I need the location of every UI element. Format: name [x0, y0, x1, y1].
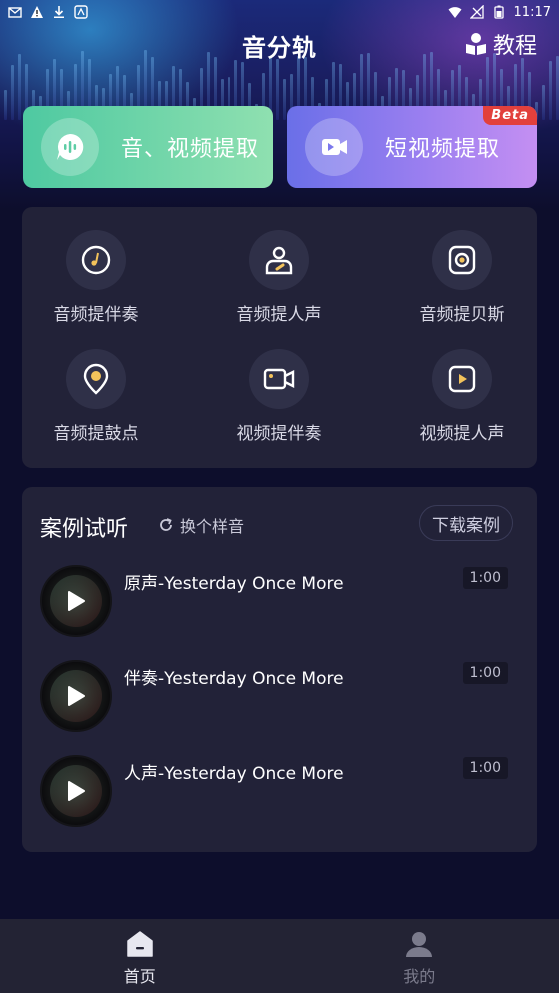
album-disc: [40, 755, 112, 827]
speaker-icon: [448, 245, 476, 275]
nav-profile-label: 我的: [403, 967, 436, 986]
audio-video-extract-card[interactable]: 音、视频提取: [23, 106, 273, 188]
equalizer-bar: [541, 85, 545, 120]
tool-icon-wrap: [432, 230, 492, 290]
download-cases-button[interactable]: 下载案例: [419, 505, 513, 541]
tools-panel: 音频提伴奏 音频提人声 音频提贝斯 音频提鼓点 视频提伴奏 视频提人声: [22, 207, 537, 468]
download-icon: [54, 6, 64, 18]
track-duration: 1:00: [462, 567, 508, 589]
tool-label: 视频提人声: [419, 424, 505, 444]
tool-audio-drums[interactable]: 音频提鼓点: [26, 349, 166, 444]
audio-bubble-icon: [57, 133, 84, 160]
tool-label: 音频提鼓点: [53, 424, 139, 444]
tool-label: 视频提伴奏: [236, 424, 322, 444]
nav-profile[interactable]: 我的: [280, 919, 559, 993]
track-name: 人声-Yesterday Once More: [124, 764, 344, 784]
list-item[interactable]: 伴奏-Yesterday Once More 1:00: [40, 660, 520, 732]
nav-home-label: 首页: [123, 967, 156, 986]
tutorial-label: 教程: [492, 34, 537, 59]
mail-icon: [8, 7, 22, 18]
play-icon[interactable]: [66, 685, 86, 707]
case-demo-panel: 案例试听 换个样音 下载案例 原声-Yesterday Once More 1:…: [22, 487, 537, 852]
video-play-icon: [448, 365, 476, 393]
tool-audio-bass[interactable]: 音频提贝斯: [392, 230, 532, 325]
warning-icon: [31, 6, 43, 18]
equalizer-bar: [10, 65, 14, 120]
refresh-label: 换个样音: [180, 517, 245, 536]
track-name: 伴奏-Yesterday Once More: [124, 669, 344, 689]
section-title: 案例试听: [40, 517, 129, 542]
tool-icon-wrap: [249, 230, 309, 290]
drum-pin-icon: [83, 363, 109, 395]
tool-icon-wrap: [66, 349, 126, 409]
album-disc: [40, 660, 112, 732]
equalizer-bar: [283, 79, 287, 120]
short-video-extract-card[interactable]: 短视频提取 Beta: [287, 106, 537, 188]
tool-audio-vocals[interactable]: 音频提人声: [209, 230, 349, 325]
video-camera-icon: [322, 139, 347, 155]
wifi-icon: [448, 7, 462, 18]
equalizer-bar: [276, 59, 280, 120]
audio-bubble-icon-wrap: [41, 118, 99, 176]
equalizer-bar: [548, 61, 552, 120]
music-note-icon: [81, 245, 111, 275]
person-book-icon: [465, 33, 486, 55]
tool-video-accompaniment[interactable]: 视频提伴奏: [209, 349, 349, 444]
tool-icon-wrap: [432, 349, 492, 409]
beta-badge: Beta: [483, 106, 537, 125]
app-header: 音分轨 教程: [0, 24, 559, 64]
equalizer-bar: [4, 90, 7, 120]
track-name: 原声-Yesterday Once More: [124, 574, 344, 594]
no-signal-icon: [469, 5, 484, 19]
nav-home[interactable]: 首页: [0, 919, 280, 993]
profile-icon: [406, 932, 433, 957]
battery-icon: [493, 5, 504, 19]
tutorial-button[interactable]: 教程: [465, 28, 537, 60]
list-item[interactable]: 原声-Yesterday Once More 1:00: [40, 565, 520, 637]
video-camera-icon-wrap: [305, 118, 363, 176]
short-video-extract-label: 短视频提取: [385, 137, 501, 162]
tool-video-vocals[interactable]: 视频提人声: [392, 349, 532, 444]
status-bar: 11:17: [0, 0, 559, 24]
album-disc: [40, 565, 112, 637]
app-icon: [74, 5, 88, 19]
tool-label: 音频提伴奏: [53, 305, 139, 325]
list-item[interactable]: 人声-Yesterday Once More 1:00: [40, 755, 520, 827]
audio-video-extract-label: 音、视频提取: [121, 137, 260, 162]
tool-label: 音频提贝斯: [419, 305, 505, 325]
tool-icon-wrap: [66, 230, 126, 290]
play-icon[interactable]: [66, 590, 86, 612]
singer-icon: [265, 246, 293, 275]
tool-audio-accompaniment[interactable]: 音频提伴奏: [26, 230, 166, 325]
status-time: 11:17: [513, 4, 551, 20]
tool-icon-wrap: [249, 349, 309, 409]
tool-label: 音频提人声: [236, 305, 322, 325]
bottom-navigation: 首页 我的: [0, 919, 559, 993]
video-camera-icon: [263, 368, 295, 390]
track-duration: 1:00: [462, 662, 508, 684]
refresh-icon: [160, 518, 172, 531]
home-icon: [127, 931, 153, 957]
track-duration: 1:00: [462, 757, 508, 779]
equalizer-bar: [555, 56, 559, 120]
play-icon[interactable]: [66, 780, 86, 802]
refresh-sample-button[interactable]: 换个样音: [158, 513, 244, 537]
